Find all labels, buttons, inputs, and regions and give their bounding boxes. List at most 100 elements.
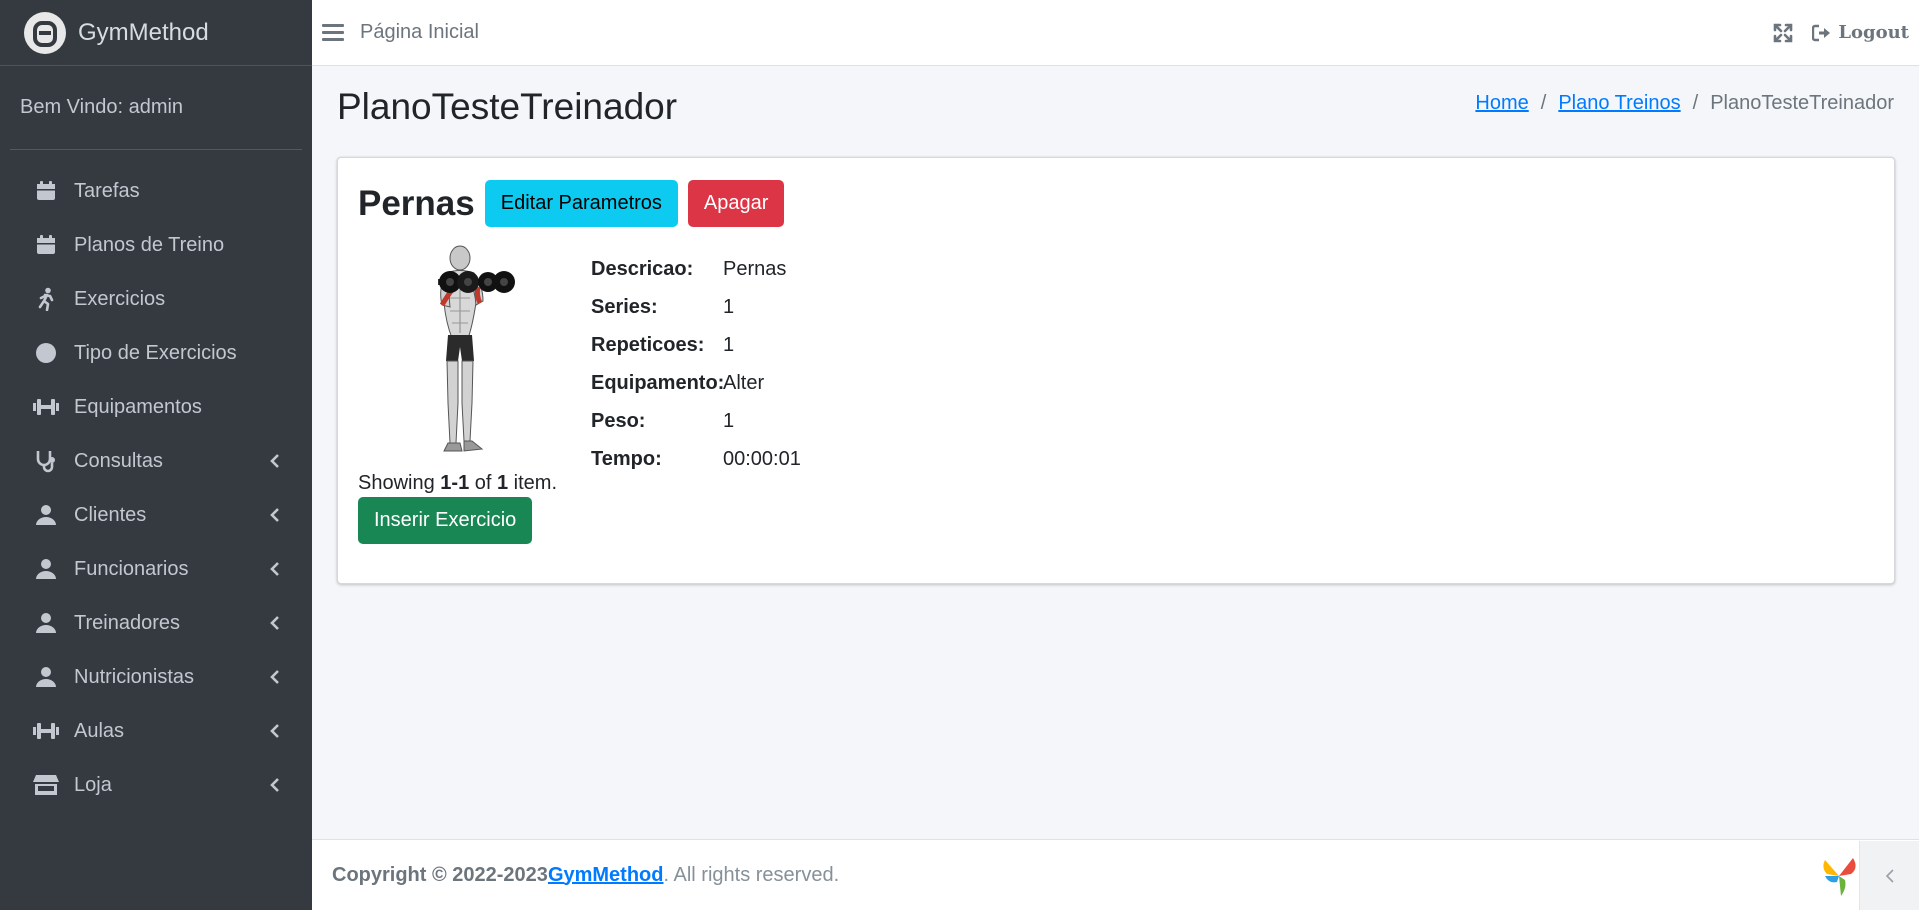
circle-icon: [32, 341, 60, 365]
yii-logo-icon: [1823, 858, 1856, 896]
sidebar-item-label: Loja: [74, 773, 112, 796]
detail-row: Peso: 1: [591, 402, 801, 440]
detail-row: Series: 1: [591, 288, 801, 326]
sidebar-item-label: Tarefas: [74, 179, 140, 202]
calendar-icon: [32, 233, 60, 257]
detail-row: Descricao: Pernas: [591, 250, 801, 288]
brand-logo-icon: [24, 11, 66, 54]
breadcrumb-separator: /: [1692, 92, 1699, 114]
sidebar-item-label: Nutricionistas: [74, 665, 195, 688]
user-icon: [32, 611, 60, 635]
exercise-details: Descricao: Pernas Series: 1 Repeticoes: 1 Equi…: [591, 250, 801, 478]
sidebar-item-aulas[interactable]: Aulas: [0, 704, 312, 758]
edit-parameters-button[interactable]: Editar Parametros: [484, 180, 678, 227]
detail-value: Pernas: [723, 257, 787, 280]
chevron-left-icon: [1885, 869, 1894, 883]
footer-rights-text: . All rights reserved.: [663, 863, 840, 886]
sign-out-icon: [1812, 24, 1831, 41]
home-page-link[interactable]: Página Inicial: [360, 21, 479, 44]
summary-total: 1: [496, 472, 509, 494]
detail-value: 1: [723, 333, 735, 356]
fullscreen-icon[interactable]: [1772, 22, 1794, 44]
copyright-text: Copyright © 2022-2023: [332, 863, 548, 886]
sidebar-item-label: Consultas: [74, 449, 163, 472]
insert-exercise-button[interactable]: Inserir Exercicio: [358, 497, 533, 544]
sidebar-item-equipamentos[interactable]: Equipamentos: [0, 380, 312, 434]
calendar-icon: [32, 179, 60, 203]
summary-middle: of: [469, 472, 497, 494]
detail-value: 1: [723, 409, 735, 432]
breadcrumb: Home / Plano Treinos / PlanoTesteTreinad…: [1475, 92, 1894, 115]
sidebar-nav: Tarefas Planos de Treino Exercicios Tipo de…: [0, 150, 312, 812]
sidebar-item-nutricionistas[interactable]: Nutricionistas: [0, 650, 312, 704]
detail-label: Series:: [591, 295, 658, 318]
sidebar: GymMethod Bem Vindo: admin Tarefas Planos…: [0, 0, 312, 910]
store-icon: [32, 773, 60, 797]
summary-prefix: Showing: [358, 472, 441, 494]
breadcrumb-separator: /: [1540, 92, 1547, 114]
chevron-left-icon: [268, 562, 282, 576]
page-title: PlanoTesteTreinador: [337, 86, 678, 127]
sidebar-item-label: Clientes: [74, 503, 147, 526]
menu-toggle-icon[interactable]: [322, 24, 344, 41]
sidebar-item-label: Funcionarios: [74, 557, 189, 580]
sidebar-item-label: Treinadores: [74, 611, 180, 634]
user-icon: [32, 503, 60, 527]
detail-row: Tempo: 00:00:01: [591, 440, 801, 478]
chevron-left-icon: [268, 670, 282, 684]
footer-brand-link[interactable]: GymMethod: [548, 864, 664, 887]
sidebar-item-exercicios[interactable]: Exercicios: [0, 272, 312, 326]
welcome-text: Bem Vindo: admin: [20, 96, 184, 118]
dumbbell-icon: [32, 719, 60, 743]
chevron-left-icon: [268, 454, 282, 468]
stethoscope-icon: [32, 449, 60, 473]
dumbbell-icon: [32, 395, 60, 419]
detail-value: 1: [723, 295, 735, 318]
chevron-left-icon: [268, 616, 282, 630]
detail-label: Peso:: [591, 409, 646, 432]
pagination-summary: Showing 1-1 of 1 item.: [358, 472, 557, 495]
detail-label: Descricao:: [591, 257, 694, 280]
detail-value: 00:00:01: [723, 447, 801, 470]
chevron-left-icon: [268, 724, 282, 738]
sidebar-item-consultas[interactable]: Consultas: [0, 434, 312, 488]
sidebar-item-tipo-de-exercicios[interactable]: Tipo de Exercicios: [0, 326, 312, 380]
summary-range: 1-1: [440, 472, 470, 494]
user-icon: [32, 557, 60, 581]
sidebar-item-label: Tipo de Exercicios: [74, 341, 237, 364]
sidebar-item-clientes[interactable]: Clientes: [0, 488, 312, 542]
detail-label: Equipamento:: [591, 371, 725, 394]
sidebar-item-funcionarios[interactable]: Funcionarios: [0, 542, 312, 596]
chevron-left-icon: [268, 508, 282, 522]
brand[interactable]: GymMethod: [0, 0, 312, 66]
exercise-card: Pernas Editar Parametros Apagar Descrica…: [337, 157, 1895, 584]
sidebar-item-label: Planos de Treino: [74, 233, 225, 256]
card-title: Pernas: [358, 183, 475, 223]
exercise-image: [438, 245, 515, 452]
collapse-control[interactable]: [1859, 841, 1919, 910]
sidebar-item-loja[interactable]: Loja: [0, 758, 312, 812]
sidebar-item-label: Aulas: [74, 719, 125, 742]
logout-label: Logout: [1838, 22, 1909, 43]
breadcrumb-current: PlanoTesteTreinador: [1710, 92, 1894, 114]
brand-name: GymMethod: [78, 18, 209, 46]
detail-label: Tempo:: [591, 447, 662, 470]
sidebar-item-label: Equipamentos: [74, 395, 202, 418]
detail-label: Repeticoes:: [591, 333, 705, 356]
detail-row: Equipamento: Alter: [591, 364, 801, 402]
footer: Copyright © 2022-2023 GymMethod. All rig…: [312, 839, 1919, 910]
summary-suffix: item.: [508, 472, 558, 494]
user-panel: Bem Vindo: admin: [10, 66, 302, 150]
sidebar-item-tarefas[interactable]: Tarefas: [0, 164, 312, 218]
logout-button[interactable]: Logout: [1812, 22, 1909, 43]
user-icon: [32, 665, 60, 689]
main-content: PlanoTesteTreinador Home / Plano Treinos…: [312, 66, 1919, 839]
breadcrumb-home-link[interactable]: Home: [1475, 92, 1528, 115]
delete-button[interactable]: Apagar: [687, 180, 785, 227]
detail-row: Repeticoes: 1: [591, 326, 801, 364]
breadcrumb-plans-link[interactable]: Plano Treinos: [1558, 92, 1680, 115]
sidebar-item-planos-de-treino[interactable]: Planos de Treino: [0, 218, 312, 272]
top-navbar: Página Inicial Logout: [312, 0, 1919, 66]
sidebar-item-treinadores[interactable]: Treinadores: [0, 596, 312, 650]
running-icon: [32, 287, 60, 311]
